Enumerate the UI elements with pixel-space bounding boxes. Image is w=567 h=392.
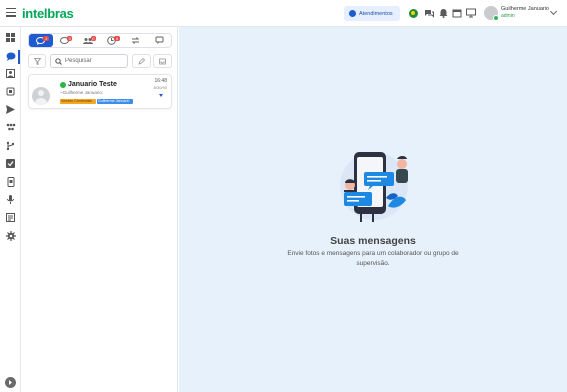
hamburger-menu-icon[interactable] — [6, 8, 16, 18]
conversation-tabs: 1 0 0 0 — [28, 33, 172, 48]
filter-button[interactable] — [28, 54, 46, 68]
active-indicator — [18, 50, 20, 64]
filter-icon — [33, 57, 41, 65]
user-name: Guilherme Januario — [501, 6, 549, 12]
scheduled-count-badge: 0 — [114, 36, 120, 41]
brand-logo: intelbras — [22, 6, 74, 21]
collapse-arrow-icon[interactable] — [5, 377, 16, 388]
settings-gear-icon[interactable] — [5, 230, 16, 241]
tab-scheduled[interactable]: 0 — [100, 34, 124, 47]
checklist-icon[interactable] — [5, 158, 16, 169]
expand-caret-icon[interactable] — [159, 94, 163, 97]
flow-icon[interactable] — [5, 140, 16, 151]
headset-icon — [349, 10, 356, 17]
empty-state-title: Suas mensagens — [330, 235, 416, 247]
atendimentos-label: Atendimentos — [359, 10, 393, 17]
phone-icon[interactable] — [5, 86, 16, 97]
inbox-icon — [159, 58, 166, 64]
book-icon[interactable] — [5, 212, 16, 223]
user-role: admin — [501, 13, 515, 19]
conversation-date: 8/30/90 — [153, 85, 167, 90]
bell-icon[interactable] — [438, 8, 448, 18]
top-bar: intelbras Atendimentos Guilherme Januari… — [0, 0, 567, 27]
search-icon — [55, 57, 62, 65]
messages-icon[interactable] — [424, 8, 434, 18]
last-message-author: ~Guilherme Januario: — [60, 90, 104, 95]
conversation-time: 16:48 — [154, 78, 167, 84]
tag-department: Vendas Comerciais — [60, 99, 96, 104]
microphone-icon[interactable] — [5, 194, 16, 205]
user-avatar[interactable] — [484, 6, 499, 21]
mobile-icon[interactable] — [5, 176, 16, 187]
whatsapp-icon — [60, 82, 66, 88]
atendimentos-button[interactable]: Atendimentos — [344, 6, 400, 21]
tab-waiting[interactable]: 0 — [53, 34, 77, 47]
search-row — [28, 54, 172, 68]
conversation-list-panel: 1 0 0 0 Pesquisar Januario Teste ~Guilhe… — [22, 27, 178, 392]
chevron-down-icon[interactable] — [549, 7, 558, 16]
archive-button[interactable] — [153, 54, 172, 68]
conversations-count-badge: 1 — [43, 36, 49, 41]
conversation-item[interactable]: Januario Teste ~Guilherme Januario: 16:4… — [28, 74, 172, 109]
groups-count-badge: 0 — [90, 36, 97, 41]
tab-conversations[interactable]: 1 — [29, 34, 53, 47]
contacts-icon[interactable] — [5, 68, 16, 79]
search-input[interactable] — [65, 58, 125, 64]
send-icon[interactable] — [5, 104, 16, 115]
chat-icon[interactable] — [5, 51, 16, 62]
tab-transfers[interactable] — [124, 34, 148, 47]
contact-avatar — [32, 87, 50, 105]
team-icon[interactable] — [5, 122, 16, 133]
language-flag-icon[interactable] — [408, 8, 418, 18]
monitor-icon[interactable] — [466, 8, 476, 18]
navigation-rail — [0, 27, 21, 392]
dashboard-icon[interactable] — [5, 32, 16, 43]
compose-icon — [138, 57, 145, 65]
main-content: Suas mensagens Envie fotos e mensagens p… — [179, 27, 567, 392]
tab-internal-chat[interactable] — [147, 34, 171, 47]
contact-name: Januario Teste — [68, 81, 117, 88]
new-conversation-button[interactable] — [132, 54, 151, 68]
empty-state-description: Envie fotos e mensagens para um colabora… — [287, 250, 459, 267]
waiting-count-badge: 0 — [67, 36, 73, 41]
tag-agent: Guilherme Januario — [97, 99, 133, 104]
messages-illustration — [340, 152, 408, 222]
calendar-icon[interactable] — [452, 8, 462, 18]
tab-groups[interactable]: 0 — [76, 34, 100, 47]
search-field[interactable] — [50, 54, 128, 68]
